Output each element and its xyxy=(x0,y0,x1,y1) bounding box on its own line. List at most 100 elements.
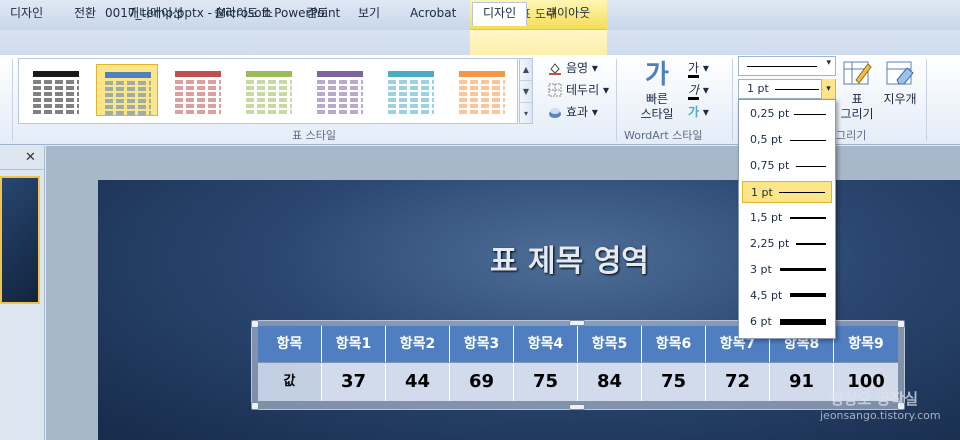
tab-design[interactable]: 디자인 xyxy=(10,3,43,25)
tab-slideshow[interactable]: 슬라이드 쇼 xyxy=(214,3,273,25)
table-header-cell[interactable]: 항목1 xyxy=(322,326,386,362)
tab-acrobat[interactable]: Acrobat xyxy=(410,3,456,25)
watermark-url: jeonsango.tistory.com xyxy=(820,409,941,422)
draw-table-line2: 그리기 xyxy=(840,107,874,121)
effects-button[interactable]: 효과 ▾ xyxy=(548,102,598,122)
chevron-down-icon: ▾ xyxy=(826,58,831,68)
quick-styles-line1: 빠른 xyxy=(645,92,669,106)
pen-weight-sample xyxy=(780,319,826,325)
slide-thumbnail[interactable] xyxy=(0,176,40,304)
pen-style-dropdown[interactable]: ▾ xyxy=(738,56,836,76)
table-value-cell[interactable]: 84 xyxy=(578,363,642,401)
draw-table-icon xyxy=(843,61,872,85)
thumb-header xyxy=(388,71,434,77)
table-style-thumb[interactable] xyxy=(309,64,371,116)
thumb-row xyxy=(317,80,363,84)
table-style-thumb[interactable] xyxy=(380,64,442,116)
thumb-row xyxy=(317,98,363,102)
slide-title[interactable]: 표 제목 영역 xyxy=(490,236,649,280)
pen-weight-option[interactable]: 6 pt xyxy=(742,311,832,333)
pen-weight-sample xyxy=(796,243,826,245)
group-separator xyxy=(616,59,617,141)
table-value-cell[interactable]: 값 xyxy=(258,363,322,401)
thumb-row xyxy=(33,104,79,108)
table-value-cell[interactable]: 72 xyxy=(706,363,770,401)
table-style-thumb[interactable] xyxy=(451,64,513,116)
text-outline-button[interactable]: 가 ▾ xyxy=(688,80,709,100)
text-effects-button[interactable]: 가 ▾ xyxy=(688,102,709,122)
borders-button[interactable]: 테두리 ▾ xyxy=(548,80,609,100)
shading-label: 음영 xyxy=(566,61,589,75)
table-value-cell[interactable]: 44 xyxy=(386,363,450,401)
text-fill-button[interactable]: 가 ▾ xyxy=(688,58,709,78)
pen-weight-sample xyxy=(794,114,826,115)
thumb-header xyxy=(175,71,221,77)
thumb-header xyxy=(459,71,505,77)
shading-button[interactable]: 음영 ▾ xyxy=(548,58,598,78)
text-outline-icon: 가 xyxy=(688,83,700,100)
gallery-up-icon[interactable]: ▲ xyxy=(520,59,532,81)
pen-weight-option[interactable]: 4,5 pt xyxy=(742,285,832,307)
table-header-cell[interactable]: 항목9 xyxy=(834,326,898,362)
pen-weight-option[interactable]: 0,75 pt xyxy=(742,155,832,177)
tab-transitions[interactable]: 전환 xyxy=(74,3,96,25)
pen-weight-option-selected[interactable]: 1 pt xyxy=(742,181,832,203)
resize-handle[interactable] xyxy=(251,402,259,410)
pen-weight-sample xyxy=(790,217,826,219)
thumb-row xyxy=(246,104,292,108)
table-header-cell[interactable]: 항목4 xyxy=(514,326,578,362)
pen-weight-option[interactable]: 2,25 pt xyxy=(742,233,832,255)
thumb-header xyxy=(105,72,151,78)
thumb-row xyxy=(175,92,221,96)
pen-weight-sample xyxy=(790,293,826,297)
quick-styles-button[interactable]: 가 빠른 스타일 xyxy=(632,58,682,122)
table-value-cell[interactable]: 37 xyxy=(322,363,386,401)
pen-weight-option[interactable]: 1,5 pt xyxy=(742,207,832,229)
thumb-row xyxy=(33,98,79,102)
gallery-scroll[interactable]: ▲ ▼ ▾ xyxy=(519,58,533,124)
table-style-thumb[interactable] xyxy=(167,64,229,116)
gallery-more-icon[interactable]: ▾ xyxy=(520,103,532,125)
pen-weight-sample xyxy=(780,268,826,271)
thumb-row xyxy=(388,98,434,102)
pen-weight-option[interactable]: 0,25 pt xyxy=(742,103,832,125)
pen-weight-sample xyxy=(790,140,826,141)
table-value-cell[interactable]: 91 xyxy=(770,363,834,401)
tab-review[interactable]: 검토 xyxy=(306,3,328,25)
thumb-row xyxy=(246,98,292,102)
table-value-cell[interactable]: 75 xyxy=(514,363,578,401)
gallery-down-icon[interactable]: ▼ xyxy=(520,81,532,103)
table-style-thumb[interactable] xyxy=(238,64,300,116)
pen-weight-option[interactable]: 3 pt xyxy=(742,259,832,281)
paint-bucket-icon xyxy=(548,61,562,75)
resize-handle[interactable] xyxy=(897,320,905,328)
table-header-cell[interactable]: 항목3 xyxy=(450,326,514,362)
table-value-cell[interactable]: 69 xyxy=(450,363,514,401)
pen-weight-option-label: 0,5 pt xyxy=(750,133,783,146)
chevron-down-icon[interactable]: ▾ xyxy=(821,79,835,99)
thumb-row xyxy=(246,86,292,90)
thumb-row xyxy=(105,111,151,115)
tab-table-layout[interactable]: 레이아웃 xyxy=(546,3,590,25)
table-style-thumb[interactable] xyxy=(25,64,87,116)
pen-style-line xyxy=(747,66,817,67)
resize-handle[interactable] xyxy=(569,404,585,410)
pen-weight-option-label: 2,25 pt xyxy=(750,237,790,250)
draw-group-label: 그리기 xyxy=(836,129,867,142)
table-header-cell[interactable]: 항목 xyxy=(258,326,322,362)
close-icon[interactable]: ✕ xyxy=(25,150,36,165)
table-style-thumb-selected[interactable] xyxy=(96,64,158,116)
table-header-cell[interactable]: 항목5 xyxy=(578,326,642,362)
draw-table-button[interactable]: 표 그리기 xyxy=(840,58,874,122)
tab-table-design[interactable]: 디자인 xyxy=(472,2,528,26)
pen-weight-option[interactable]: 0,5 pt xyxy=(742,129,832,151)
tab-view[interactable]: 보기 xyxy=(358,3,380,25)
table-value-cell[interactable]: 75 xyxy=(642,363,706,401)
table-header-cell[interactable]: 항목6 xyxy=(642,326,706,362)
thumb-row xyxy=(105,81,151,85)
eraser-button[interactable]: 지우개 xyxy=(879,58,921,107)
draw-table-line1: 표 xyxy=(851,92,863,106)
table-header-cell[interactable]: 항목2 xyxy=(386,326,450,362)
pen-weight-dropdown[interactable]: 1 pt ▾ xyxy=(738,79,836,99)
tab-animations[interactable]: 애니메이션 xyxy=(128,3,183,25)
